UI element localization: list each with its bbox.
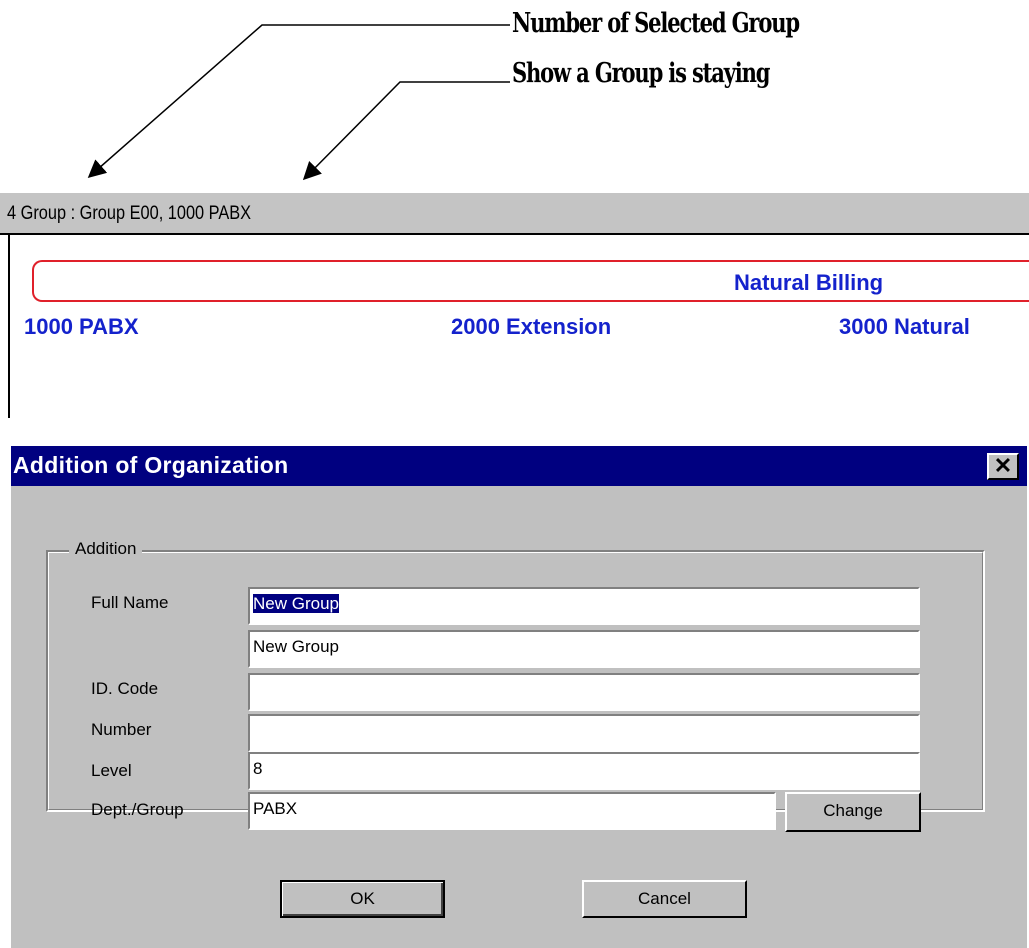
group-status-bar: 4 Group : Group E00, 1000 PABX — [0, 193, 1029, 235]
billing-label[interactable]: Natural Billing — [734, 270, 883, 296]
level-field[interactable]: 8 — [248, 752, 920, 790]
cancel-button[interactable]: Cancel — [582, 880, 747, 918]
dept-group-label: Dept./Group — [91, 800, 184, 819]
org-item-extension[interactable]: 2000 Extension — [451, 314, 611, 340]
callout-number-of-selected-group: Number of Selected Group — [512, 8, 800, 39]
organization-panel: 4 Group : Group E00, 1000 PABX Natural B… — [0, 193, 1029, 418]
full-name-field[interactable]: New Group — [248, 587, 920, 625]
number-field[interactable] — [248, 714, 920, 752]
org-item-natural[interactable]: 3000 Natural — [839, 314, 970, 340]
billing-band[interactable]: Natural Billing — [32, 260, 1029, 302]
close-icon[interactable]: ✕ — [987, 453, 1019, 480]
group-status-text: 4 Group : Group E00, 1000 PABX — [7, 203, 252, 224]
addition-of-organization-dialog: Addition of Organization ✕ Addition Full… — [11, 446, 1027, 948]
dept-group-field[interactable]: PABX — [248, 792, 776, 830]
ok-button[interactable]: OK — [280, 880, 445, 918]
callout-2-arrow — [302, 81, 510, 181]
level-label: Level — [91, 761, 132, 780]
org-item-pabx[interactable]: 1000 PABX — [24, 314, 139, 340]
full-name-label: Full Name — [91, 593, 169, 612]
addition-groupbox-title: Addition — [69, 539, 143, 559]
organization-tree-area: Natural Billing 1000 PABX 2000 Extension… — [8, 235, 1029, 418]
id-code-label: ID. Code — [91, 679, 159, 698]
dialog-title: Addition of Organization — [13, 452, 289, 478]
callout-group-staying: Show a Group is staying — [512, 58, 770, 89]
full-name-value: New Group — [253, 594, 339, 613]
id-code-field[interactable] — [248, 673, 920, 711]
annotation-area: Number of Selected Group Show a Group is… — [0, 0, 1029, 190]
callout-1-arrow — [87, 24, 510, 178]
dialog-titlebar[interactable]: Addition of Organization ✕ — [11, 446, 1027, 486]
number-label: Number — [91, 720, 152, 739]
short-name-field[interactable]: New Group — [248, 630, 920, 668]
change-button[interactable]: Change — [785, 792, 921, 832]
